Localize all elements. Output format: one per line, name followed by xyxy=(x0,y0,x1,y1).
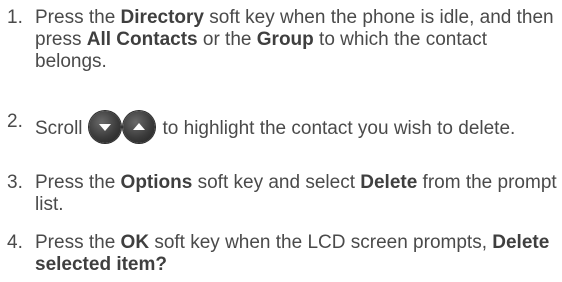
text-run: soft key and select xyxy=(192,172,361,193)
step-4: 4. Press the OK soft key when the LCD sc… xyxy=(7,232,558,276)
options-key-label: Options xyxy=(120,172,193,193)
text-run: soft key when the LCD screen prompts, xyxy=(149,232,493,253)
directory-key-label: Directory xyxy=(120,7,204,28)
step-number: 4. xyxy=(7,232,23,253)
step-text: Press the OK soft key when the LCD scree… xyxy=(35,232,558,276)
down-arrow-key-icon xyxy=(88,111,121,143)
text-run: or the xyxy=(197,29,257,50)
step-number: 2. xyxy=(7,111,23,132)
up-arrow-key-icon xyxy=(122,111,155,143)
instruction-steps: 1. Press the Directory soft key when the… xyxy=(0,0,562,282)
step-1: 1. Press the Directory soft key when the… xyxy=(7,7,558,73)
text-run: Press the xyxy=(35,232,121,253)
text-run: Press the xyxy=(35,7,121,28)
step-text: Press the Options soft key and select De… xyxy=(35,172,558,216)
text-run: Press the xyxy=(35,172,121,193)
ok-key-label: OK xyxy=(120,232,150,253)
delete-option-label: Delete xyxy=(360,172,418,193)
step-text: Scroll to highlight the contact you wish … xyxy=(35,111,558,143)
step-3: 3. Press the Options soft key and select… xyxy=(7,172,558,216)
step-2: 2. Scroll to highlight the contact you wi… xyxy=(7,111,558,143)
step-number: 3. xyxy=(7,172,23,193)
all-contacts-label: All Contacts xyxy=(86,29,198,50)
step-number: 1. xyxy=(7,7,23,28)
step-text: Press the Directory soft key when the ph… xyxy=(35,7,558,73)
group-label: Group xyxy=(256,29,314,50)
text-run: to highlight the contact you wish to del… xyxy=(162,118,516,139)
text-run: Scroll xyxy=(35,118,83,139)
